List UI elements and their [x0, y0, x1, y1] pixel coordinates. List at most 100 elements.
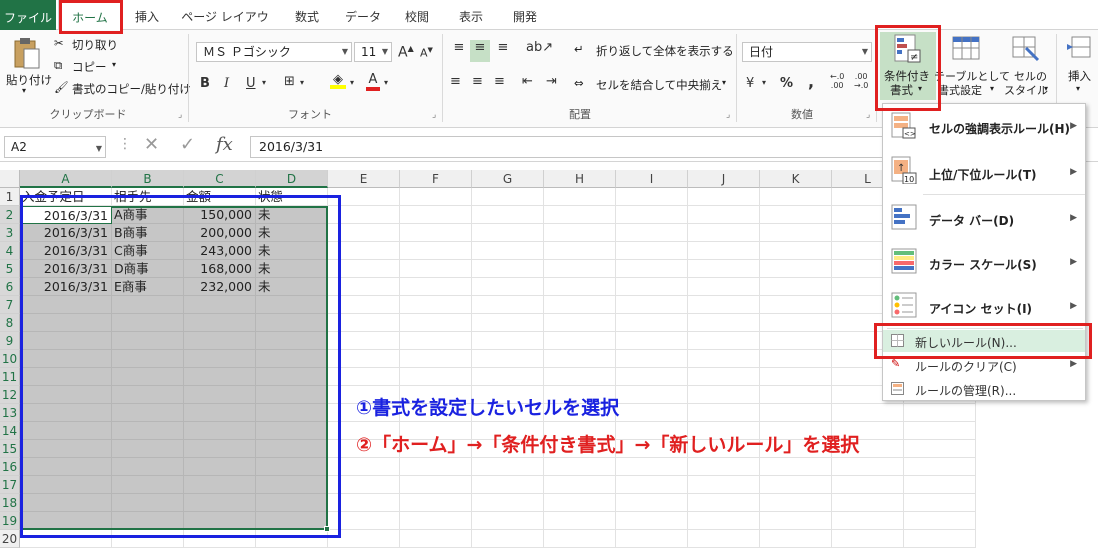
cell[interactable] [688, 278, 760, 296]
chevron-down-icon[interactable]: ▾ [384, 78, 388, 87]
column-header[interactable]: G [472, 170, 544, 188]
name-box[interactable]: A2 ▼ [4, 136, 106, 158]
cell[interactable] [472, 224, 544, 242]
menu-item-data-bars[interactable]: データ バー(D) ▶ [883, 196, 1085, 240]
font-size-select[interactable]: 11 ▼ [354, 42, 392, 62]
row-header[interactable]: 7 [0, 296, 20, 314]
tab-insert[interactable]: 挿入 [124, 0, 170, 30]
cell[interactable] [400, 206, 472, 224]
cell[interactable] [616, 242, 688, 260]
cell[interactable] [616, 512, 688, 530]
cell[interactable] [616, 458, 688, 476]
cell-styles-button[interactable]: セルの スタイル ▾ [1002, 32, 1052, 100]
row-header[interactable]: 14 [0, 422, 20, 440]
borders-icon[interactable]: ⊞ [284, 74, 295, 89]
menu-item-top-bottom-rules[interactable]: ↑ 10 上位/下位ルール(T) ▶ [883, 150, 1085, 194]
row-header[interactable]: 19 [0, 512, 20, 530]
dialog-launcher-icon[interactable]: ⌟ [866, 110, 870, 120]
column-header[interactable]: H [544, 170, 616, 188]
cell[interactable] [832, 494, 904, 512]
merge-center-button[interactable]: ⇔ セルを結合して中央揃え ▾ [574, 76, 734, 94]
select-all-corner[interactable] [0, 170, 20, 188]
row-header[interactable]: 18 [0, 494, 20, 512]
chevron-down-icon[interactable]: ▾ [350, 78, 354, 87]
cell[interactable] [400, 476, 472, 494]
comma-style-icon[interactable]: , [808, 72, 814, 91]
cell[interactable] [544, 314, 616, 332]
row-header[interactable]: 8 [0, 314, 20, 332]
column-header[interactable]: F [400, 170, 472, 188]
cell[interactable] [472, 350, 544, 368]
italic-button[interactable]: I [224, 76, 229, 91]
cell[interactable] [400, 188, 472, 206]
percent-icon[interactable]: % [780, 76, 793, 91]
format-as-table-button[interactable]: テーブルとして 書式設定 ▾ [934, 32, 1010, 100]
column-header[interactable]: E [328, 170, 400, 188]
cell[interactable] [472, 332, 544, 350]
formula-input[interactable]: 2016/3/31 [250, 136, 890, 158]
cell[interactable] [832, 530, 904, 548]
cell[interactable] [904, 404, 976, 422]
cell[interactable] [544, 458, 616, 476]
dialog-launcher-icon[interactable]: ⌟ [432, 110, 436, 120]
cell[interactable] [616, 494, 688, 512]
tab-developer[interactable]: 開発 [500, 0, 550, 30]
cell[interactable] [904, 440, 976, 458]
cell[interactable] [760, 242, 832, 260]
wrap-text-button[interactable]: ↵ 折り返して全体を表示する [574, 42, 734, 60]
cell[interactable] [760, 296, 832, 314]
column-header[interactable]: I [616, 170, 688, 188]
row-header[interactable]: 6 [0, 278, 20, 296]
shrink-font-button[interactable]: A▼ [420, 46, 433, 60]
cell[interactable] [544, 224, 616, 242]
cell[interactable] [472, 476, 544, 494]
column-header[interactable]: K [760, 170, 832, 188]
underline-button[interactable]: U [246, 76, 256, 91]
cut-button[interactable]: ✂ 切り取り [54, 36, 134, 54]
cell[interactable] [616, 476, 688, 494]
cell[interactable] [400, 260, 472, 278]
cell[interactable] [472, 188, 544, 206]
row-header[interactable]: 16 [0, 458, 20, 476]
tab-data[interactable]: データ [338, 0, 388, 30]
cell[interactable] [400, 296, 472, 314]
chevron-down-icon[interactable]: ▾ [262, 78, 266, 87]
tab-view[interactable]: 表示 [446, 0, 496, 30]
align-left-icon[interactable]: ≡ [450, 74, 461, 89]
cell[interactable] [616, 278, 688, 296]
cell[interactable] [472, 512, 544, 530]
row-header[interactable]: 1 [0, 188, 20, 206]
cell[interactable] [904, 494, 976, 512]
cell[interactable] [904, 458, 976, 476]
bold-button[interactable]: B [200, 76, 210, 91]
column-header[interactable]: D [256, 170, 328, 188]
cell[interactable] [616, 296, 688, 314]
currency-icon[interactable]: ¥ [746, 76, 754, 91]
align-middle-icon[interactable]: ≡ [470, 40, 490, 62]
cell[interactable] [472, 530, 544, 548]
row-header[interactable]: 13 [0, 404, 20, 422]
cell[interactable] [760, 368, 832, 386]
cell[interactable] [688, 242, 760, 260]
cell[interactable] [400, 242, 472, 260]
paste-button[interactable]: 貼り付け ▾ [6, 36, 52, 100]
cell[interactable] [688, 350, 760, 368]
cell[interactable] [688, 296, 760, 314]
cell[interactable] [616, 260, 688, 278]
cell[interactable] [616, 332, 688, 350]
increase-indent-icon[interactable]: ⇥ [546, 74, 557, 89]
cell[interactable] [400, 494, 472, 512]
number-format-select[interactable]: 日付 ▼ [742, 42, 872, 62]
align-right-icon[interactable]: ≡ [494, 74, 505, 89]
tab-page-layout[interactable]: ページ レイアウト [178, 0, 272, 58]
cell[interactable] [904, 512, 976, 530]
cancel-icon[interactable]: ✕ [144, 134, 159, 155]
cell[interactable] [544, 530, 616, 548]
cell[interactable] [400, 512, 472, 530]
cell[interactable] [760, 260, 832, 278]
enter-icon[interactable]: ✓ [180, 134, 195, 155]
increase-decimal-icon[interactable]: ←.0 .00 [830, 72, 844, 90]
cell[interactable] [400, 368, 472, 386]
cell[interactable] [616, 368, 688, 386]
row-header[interactable]: 5 [0, 260, 20, 278]
